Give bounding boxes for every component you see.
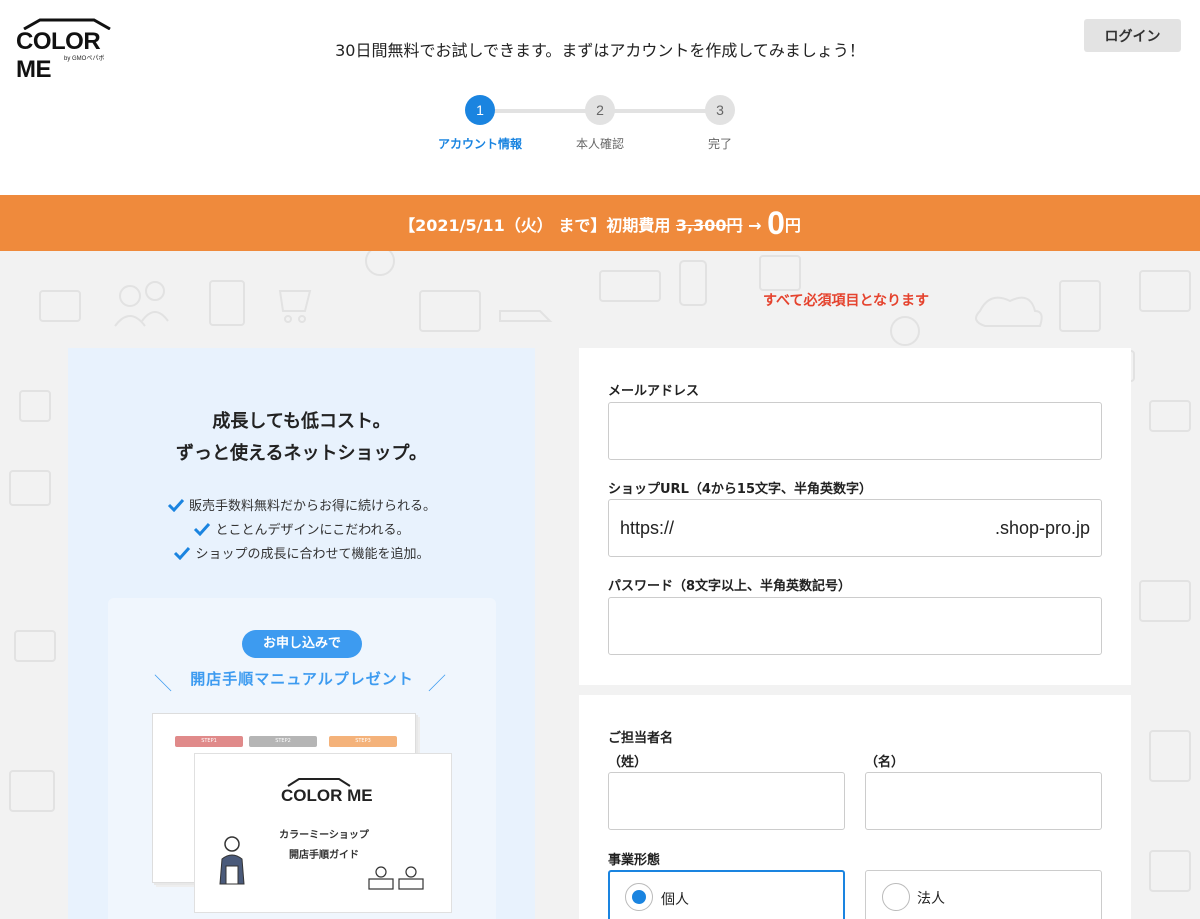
benefit-item: とことんデザインにこだわれる。 — [68, 519, 535, 543]
shop-url-label: ショップURL（4から15文字、半角英数字） — [608, 482, 872, 497]
business-type-individual-radio[interactable]: 個人 — [608, 870, 845, 919]
check-icon — [174, 546, 191, 560]
contact-name-label: ご担当者名 — [608, 731, 674, 746]
manual-cover: COLOR ME カラーミーショップ 開店手順ガイド — [194, 753, 452, 913]
promo-panel: 成長しても低コスト。 ずっと使えるネットショップ。 販売手数料無料だからお得に続… — [68, 348, 535, 919]
banner-unit: 円 — [784, 216, 801, 235]
password-field[interactable] — [608, 597, 1102, 655]
shop-url-field[interactable]: https:// .shop-pro.jp — [608, 499, 1102, 557]
check-icon — [194, 522, 211, 536]
banner-new-price: 0 — [767, 205, 785, 241]
first-name-label: （名） — [865, 755, 905, 770]
slash-right-icon: ／ — [428, 674, 446, 695]
promo-title-line1: 成長しても低コスト。 — [212, 411, 391, 432]
url-prefix: https:// — [620, 518, 675, 538]
step-label: アカウント情報 — [437, 137, 522, 151]
last-name-label: （姓） — [608, 755, 648, 770]
step-label: 本人確認 — [575, 137, 624, 151]
radio-dot — [632, 890, 646, 904]
radio-circle — [882, 883, 910, 911]
step-label: 完了 — [707, 137, 732, 151]
benefit-text: とことんデザインにこだわれる。 — [215, 523, 410, 538]
check-icon — [167, 498, 185, 512]
step-number: 3 — [705, 95, 735, 125]
banner-arrow: → — [742, 216, 768, 235]
business-type-label: 事業形態 — [608, 853, 661, 868]
campaign-banner: 【2021/5/11（火） まで】初期費用 3,300円 → 0円 — [0, 195, 1200, 251]
doc-logo: COLOR ME — [281, 786, 373, 805]
email-label: メールアドレス — [608, 384, 700, 399]
account-form-card: メールアドレス ショップURL（4から15文字、半角英数字） https:// … — [579, 348, 1131, 685]
radio-label: 個人 — [661, 892, 689, 908]
manual-present-box: お申し込みで ＼ 開店手順マニュアルプレゼント ／ STEP1 STEP2 ST… — [108, 598, 496, 919]
step-2: 2 本人確認 — [540, 95, 660, 152]
benefit-item: 販売手数料無料だからお得に続けられる。 — [68, 495, 535, 519]
doc-step-tab: STEP3 — [329, 736, 397, 747]
step-number: 1 — [465, 95, 495, 125]
banner-prefix: 【2021/5/11（火） まで】初期費用 — [399, 216, 676, 235]
last-name-field[interactable] — [608, 772, 845, 830]
radio-circle — [625, 883, 653, 911]
doc-step-tab: STEP2 — [249, 736, 317, 747]
header-message: 30日間無料でお試しできます。まずはアカウントを作成してみましょう！ — [335, 41, 865, 60]
banner-old-price: 3,300円 — [675, 216, 743, 235]
step-1: 1 アカウント情報 — [420, 95, 540, 152]
person-illustration-icon — [219, 836, 245, 885]
benefit-item: ショップの成長に合わせて機能を追加。 — [68, 543, 535, 567]
benefit-text: 販売手数料無料だからお得に続けられる。 — [188, 499, 436, 514]
doc-step-tab: STEP1 — [175, 736, 243, 747]
progress-steps: 1 アカウント情報 2 本人確認 3 完了 — [420, 95, 780, 155]
required-note: すべて必須項目となります — [763, 293, 930, 309]
email-field[interactable] — [608, 402, 1102, 460]
promo-title-line2: ずっと使えるネットショップ。 — [176, 443, 427, 464]
benefit-list: 販売手数料無料だからお得に続けられる。 とことんデザインにこだわれる。 ショップ… — [68, 495, 535, 567]
present-pill: お申し込みで — [242, 630, 362, 658]
step-number: 2 — [585, 95, 615, 125]
login-button[interactable]: ログイン — [1084, 19, 1181, 52]
header: COLOR ME by GMOペパボ 30日間無料でお試しできます。まずはアカウ… — [0, 0, 1200, 195]
team-illustration-icon — [368, 866, 424, 890]
password-label: パスワード（8文字以上、半角英数記号） — [608, 579, 852, 594]
step-3: 3 完了 — [660, 95, 780, 152]
radio-label: 法人 — [917, 891, 945, 907]
contact-form-card: ご担当者名 （姓） （名） 事業形態 個人 法人 — [579, 695, 1131, 919]
benefit-text: ショップの成長に合わせて機能を追加。 — [195, 547, 430, 562]
promo-title: 成長しても低コスト。 ずっと使えるネットショップ。 — [68, 406, 535, 470]
shop-url-input[interactable] — [689, 504, 979, 552]
business-type-corporation-radio[interactable]: 法人 — [865, 870, 1102, 919]
first-name-field[interactable] — [865, 772, 1102, 830]
url-suffix: .shop-pro.jp — [994, 518, 1090, 538]
